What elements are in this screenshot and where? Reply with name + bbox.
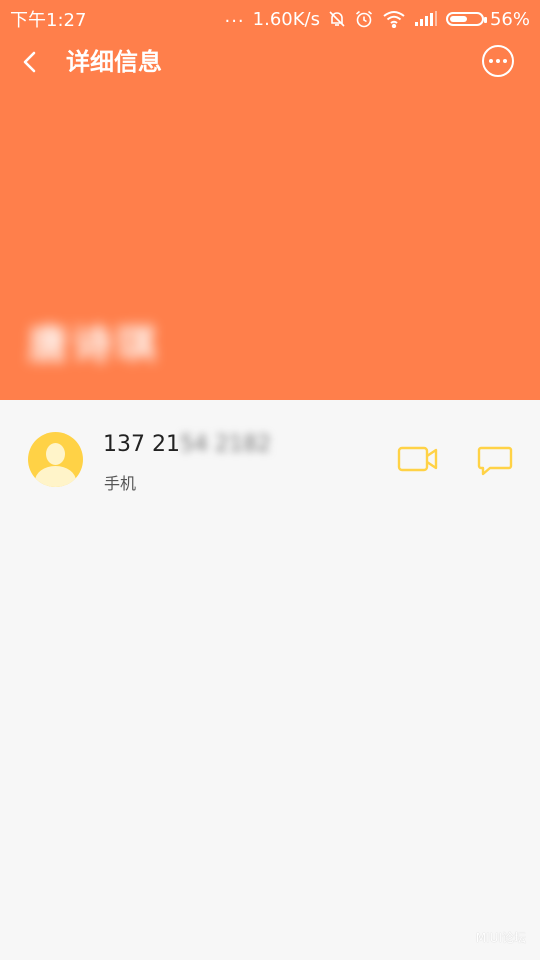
phone-number-visible: 137 21 [103,432,180,457]
video-call-icon [397,446,438,472]
more-button[interactable] [482,45,514,77]
signal-icon [414,11,438,27]
contact-name: 唐诗琪 [28,322,160,368]
wifi-icon [382,10,406,28]
battery-fill [449,16,467,22]
battery-icon [445,12,487,26]
battery-percent: 56% [489,8,530,30]
person-avatar-icon [28,432,83,487]
phone-number-masked: 54 2182 [179,432,271,457]
message-button[interactable] [477,444,513,478]
phone-number[interactable]: 137 2154 2182 [103,430,271,460]
page-title: 详细信息 [66,48,162,76]
alarm-icon [354,9,374,29]
message-bubble-icon [477,446,513,476]
status-dots: ... [224,5,245,27]
status-time: 下午1:27 [10,10,87,31]
phone-entry[interactable]: 137 2154 2182 手机 [0,400,540,520]
title-bar: 详细信息 [0,38,540,86]
back-button[interactable] [14,46,46,78]
status-right: ... 1.60K/s 56% [224,5,530,30]
watermark: MIUI论坛 [475,931,526,945]
network-speed: 1.60K/s [252,8,320,30]
battery: 56% [445,8,530,30]
chevron-left-icon [23,51,36,73]
video-call-button[interactable] [397,444,439,476]
screen: 下午1:27 ... 1.60K/s 56% 详细信息 唐诗琪 137 2154… [0,0,540,960]
status-bar: 下午1:27 ... 1.60K/s 56% [0,0,540,38]
contact-header: 下午1:27 ... 1.60K/s 56% 详细信息 唐诗琪 [0,0,540,400]
bell-off-icon [328,10,346,28]
more-horizontal-icon [489,59,493,63]
phone-type-label: 手机 [104,474,137,493]
